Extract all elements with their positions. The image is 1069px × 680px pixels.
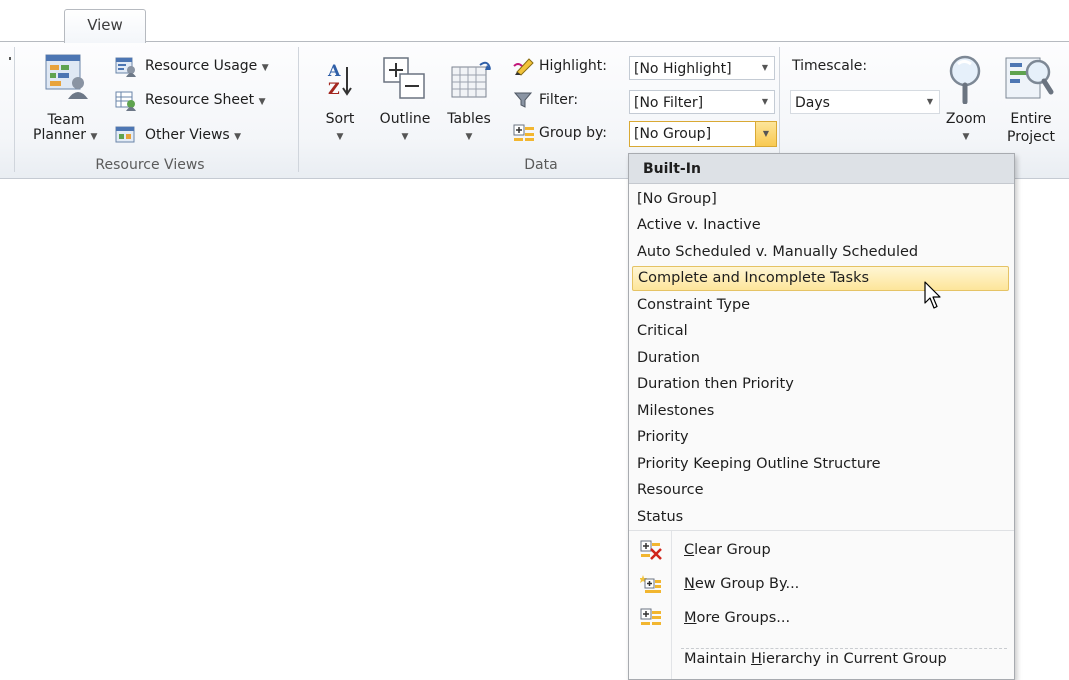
resource-usage-icon [115, 57, 137, 77]
new-group-icon [639, 574, 662, 594]
highlight-combo[interactable]: [No Highlight] ▼ [629, 56, 775, 80]
chevron-down-icon: ▼ [261, 63, 269, 73]
timescale-label: Timescale: [792, 58, 868, 74]
chevron-down-icon: ▼ [258, 97, 266, 107]
group-by-value: [No Group] [634, 126, 712, 142]
team-planner-label-line2: Planner [33, 127, 87, 143]
group-label-resource-views: Resource Views [95, 157, 205, 173]
group-by-dropdown: Built-In [No Group] Active v. Inactive A… [628, 153, 1015, 680]
zoom-button[interactable]: Zoom ▼ [940, 110, 992, 146]
tab-view[interactable]: View [64, 9, 146, 43]
outline-button[interactable]: Outline ▼ [375, 110, 435, 146]
resource-sheet-icon [115, 91, 137, 111]
chevron-down-icon: ▼ [90, 132, 98, 142]
entire-project-line1: Entire [1010, 111, 1052, 127]
chevron-down-icon: ▼ [962, 132, 970, 142]
group-by-icon [513, 124, 535, 144]
filter-combo[interactable]: [No Filter] ▼ [629, 90, 775, 114]
more-groups-label: More Groups... [684, 610, 791, 626]
collapsed-group-marker [9, 57, 11, 60]
more-groups-icon [640, 608, 662, 628]
entire-project-line2: Project [1007, 129, 1055, 145]
new-group-by-command[interactable]: New Group By... [632, 568, 1009, 600]
team-planner-icon [44, 53, 90, 101]
filter-label: Filter: [539, 92, 579, 108]
group-item-status[interactable]: Status [632, 505, 1009, 530]
resource-sheet-button[interactable]: Resource Sheet ▼ [145, 92, 266, 108]
group-item-milestones[interactable]: Milestones [632, 399, 1009, 424]
clear-group-label: Clear Group [684, 542, 771, 558]
chevron-down-icon: ▼ [465, 132, 473, 142]
highlight-label: Highlight: [539, 58, 607, 74]
group-by-combo[interactable]: [No Group] ▼ [629, 121, 777, 147]
new-group-by-label: New Group By... [684, 576, 800, 592]
other-views-label: Other Views [145, 127, 230, 143]
chevron-down-icon: ▼ [336, 132, 344, 142]
other-views-button[interactable]: Other Views ▼ [145, 127, 241, 143]
timescale-value: Days [795, 95, 830, 111]
chevron-down-icon[interactable]: ▼ [756, 57, 774, 79]
zoom-magnifier-icon [945, 54, 987, 105]
outline-icon [382, 56, 428, 102]
chevron-down-icon[interactable]: ▼ [921, 91, 939, 113]
chevron-down-icon[interactable]: ▼ [755, 122, 776, 146]
filter-value: [No Filter] [634, 95, 704, 111]
maintain-hierarchy-command[interactable]: Maintain Hierarchy in Current Group [632, 643, 1009, 675]
group-separator [298, 47, 299, 172]
entire-project-icon [1004, 54, 1054, 104]
team-planner-button[interactable]: Planner ▼ [33, 127, 119, 147]
group-item-priority[interactable]: Priority [632, 425, 1009, 450]
timescale-combo[interactable]: Days ▼ [790, 90, 940, 114]
resource-usage-button[interactable]: Resource Usage ▼ [145, 58, 269, 74]
other-views-icon [115, 125, 137, 145]
group-item-duration-priority[interactable]: Duration then Priority [632, 372, 1009, 397]
highlight-value: [No Highlight] [634, 61, 732, 77]
chevron-down-icon: ▼ [234, 132, 242, 142]
group-item-no-group[interactable]: [No Group] [632, 187, 1009, 212]
menu-separator [629, 530, 1014, 531]
tables-label: Tables [447, 111, 491, 127]
group-separator [14, 47, 15, 172]
resource-sheet-label: Resource Sheet [145, 92, 255, 108]
tables-button[interactable]: Tables ▼ [442, 110, 496, 146]
group-item-duration[interactable]: Duration [632, 346, 1009, 371]
maintain-hierarchy-label: Maintain Hierarchy in Current Group [684, 651, 947, 667]
sort-az-icon: A Z [326, 59, 354, 99]
ribbon-tab-strip [0, 0, 1069, 41]
svg-text:A: A [327, 61, 341, 80]
filter-funnel-icon [513, 91, 533, 109]
highlight-pen-icon [513, 56, 535, 76]
sort-button[interactable]: Sort ▼ [320, 110, 360, 146]
group-item-active-inactive[interactable]: Active v. Inactive [632, 213, 1009, 238]
dropdown-header-built-in: Built-In [629, 154, 1014, 184]
group-item-auto-manual[interactable]: Auto Scheduled v. Manually Scheduled [632, 240, 1009, 265]
chevron-down-icon[interactable]: ▼ [756, 91, 774, 113]
outline-label: Outline [379, 111, 431, 127]
group-item-constraint-type[interactable]: Constraint Type [632, 293, 1009, 318]
group-by-label: Group by: [539, 125, 607, 141]
more-groups-command[interactable]: More Groups... [632, 602, 1009, 634]
sort-label: Sort [325, 111, 355, 127]
group-item-priority-outline[interactable]: Priority Keeping Outline Structure [632, 452, 1009, 477]
group-item-resource[interactable]: Resource [632, 478, 1009, 503]
entire-project-button[interactable]: Entire Project [1003, 110, 1059, 146]
group-item-complete-incomplete[interactable]: Complete and Incomplete Tasks [632, 266, 1009, 291]
mouse-pointer-icon [924, 281, 944, 311]
zoom-label: Zoom [945, 111, 987, 127]
group-item-critical[interactable]: Critical [632, 319, 1009, 344]
svg-text:Z: Z [328, 79, 340, 98]
clear-group-icon [640, 540, 662, 560]
chevron-down-icon: ▼ [401, 132, 409, 142]
tables-icon [446, 55, 494, 103]
resource-usage-label: Resource Usage [145, 58, 258, 74]
clear-group-command[interactable]: Clear Group [632, 534, 1009, 566]
